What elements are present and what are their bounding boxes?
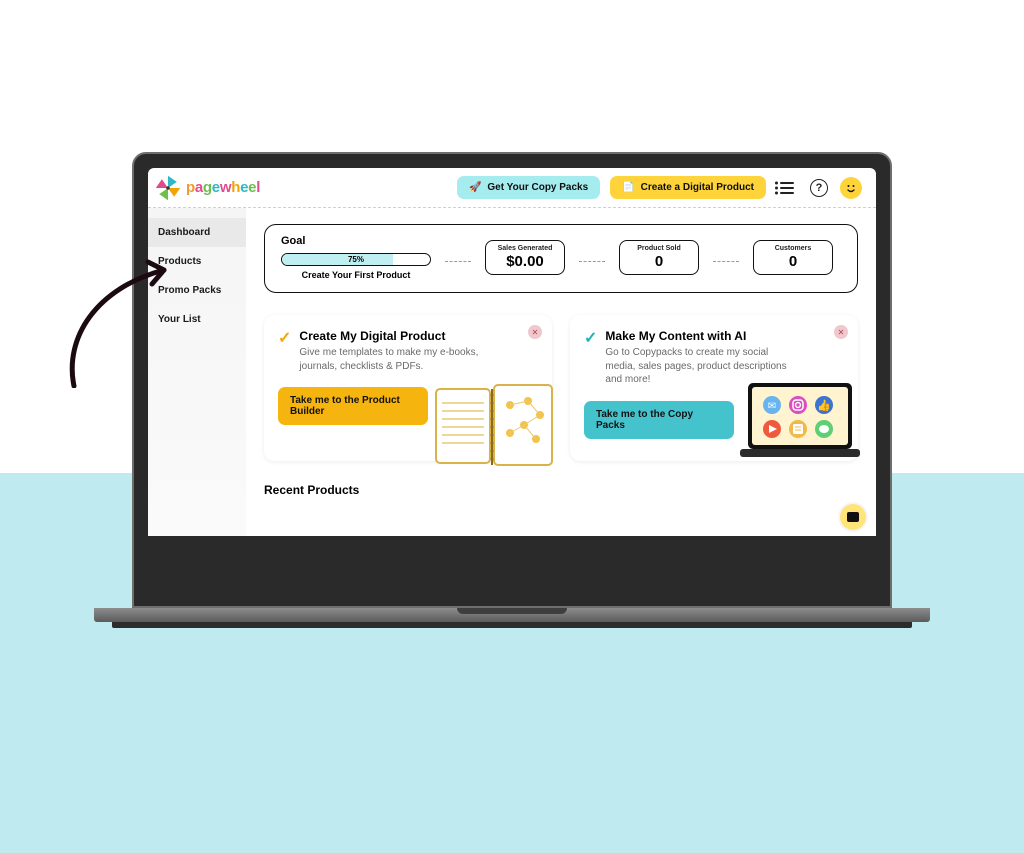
card-description: Give me templates to make my e-books, jo… bbox=[299, 346, 489, 373]
laptop-social-graphic-icon: ✉ 👍 bbox=[734, 377, 864, 469]
stat-value: 0 bbox=[630, 253, 688, 270]
notebook-graphic-icon bbox=[428, 381, 558, 471]
laptop-frame: pagewheel 🚀 Get Your Copy Packs 📄 Create… bbox=[132, 152, 892, 628]
laptop-bezel: pagewheel 🚀 Get Your Copy Packs 📄 Create… bbox=[132, 152, 892, 608]
get-copy-packs-label: Get Your Copy Packs bbox=[487, 182, 588, 193]
help-icon: ? bbox=[810, 179, 828, 197]
connector-line bbox=[713, 261, 739, 262]
goal-card: Goal 75% Create Your First Product bbox=[264, 224, 858, 293]
card-title: Make My Content with AI bbox=[605, 329, 795, 343]
check-icon: ✓ bbox=[584, 331, 597, 347]
stat-sales-generated: Sales Generated $0.00 bbox=[485, 240, 565, 275]
sidebar-item-your-list[interactable]: Your List bbox=[148, 305, 246, 334]
smiley-icon bbox=[840, 177, 862, 199]
copy-packs-cta-button[interactable]: Take me to the Copy Packs bbox=[584, 401, 734, 439]
check-icon: ✓ bbox=[278, 331, 291, 347]
card-make-content-ai: ✕ ✓ Make My Content with AI Go to Copypa… bbox=[570, 315, 858, 461]
top-actions: 🚀 Get Your Copy Packs 📄 Create a Digital… bbox=[457, 176, 862, 199]
sidebar-item-dashboard[interactable]: Dashboard bbox=[148, 218, 246, 247]
card-create-digital-product: ✕ ✓ Create My Digital Product Give me te… bbox=[264, 315, 552, 461]
connector-line bbox=[579, 261, 605, 262]
screen-reflection-overlay bbox=[148, 536, 876, 596]
stat-label: Product Sold bbox=[630, 245, 688, 252]
account-button[interactable] bbox=[840, 177, 862, 199]
close-icon[interactable]: ✕ bbox=[834, 325, 848, 339]
goal-subtitle: Create Your First Product bbox=[281, 270, 431, 280]
product-builder-cta-button[interactable]: Take me to the Product Builder bbox=[278, 387, 428, 425]
brand-text: pagewheel bbox=[186, 179, 260, 196]
goal-progress-block: Goal 75% Create Your First Product bbox=[281, 235, 431, 280]
stat-product-sold: Product Sold 0 bbox=[619, 240, 699, 275]
stat-value: $0.00 bbox=[496, 253, 554, 270]
list-icon bbox=[780, 182, 794, 194]
promo-cards-row: ✕ ✓ Create My Digital Product Give me te… bbox=[264, 315, 858, 461]
document-icon: 📄 bbox=[622, 182, 634, 193]
goal-progress-percent: 75% bbox=[282, 254, 430, 265]
stat-customers: Customers 0 bbox=[753, 240, 833, 275]
create-digital-product-label: Create a Digital Product bbox=[641, 182, 754, 193]
menu-list-button[interactable] bbox=[776, 177, 798, 199]
stat-label: Customers bbox=[764, 245, 822, 252]
chat-widget-button[interactable] bbox=[840, 504, 866, 530]
goal-progress-bar: 75% bbox=[281, 253, 431, 266]
sidebar-item-promo-packs[interactable]: Promo Packs bbox=[148, 276, 246, 305]
chat-icon bbox=[847, 512, 859, 522]
stat-label: Sales Generated bbox=[496, 245, 554, 252]
svg-text:👍: 👍 bbox=[817, 399, 831, 412]
laptop-base bbox=[94, 608, 930, 622]
create-digital-product-button[interactable]: 📄 Create a Digital Product bbox=[610, 176, 766, 199]
help-button[interactable]: ? bbox=[808, 177, 830, 199]
top-bar: pagewheel 🚀 Get Your Copy Packs 📄 Create… bbox=[148, 168, 876, 208]
laptop-base-shadow bbox=[112, 622, 912, 628]
card-title: Create My Digital Product bbox=[299, 329, 489, 343]
app-screen: pagewheel 🚀 Get Your Copy Packs 📄 Create… bbox=[148, 168, 876, 596]
svg-text:✉: ✉ bbox=[768, 401, 776, 412]
brand-logo[interactable]: pagewheel bbox=[154, 174, 260, 202]
connector-line bbox=[445, 261, 471, 262]
rocket-icon: 🚀 bbox=[469, 182, 481, 193]
recent-products-heading: Recent Products bbox=[264, 483, 858, 497]
close-icon[interactable]: ✕ bbox=[528, 325, 542, 339]
sidebar-item-products[interactable]: Products bbox=[148, 247, 246, 276]
get-copy-packs-button[interactable]: 🚀 Get Your Copy Packs bbox=[457, 176, 600, 199]
stat-value: 0 bbox=[764, 253, 822, 270]
goal-title: Goal bbox=[281, 235, 431, 247]
pinwheel-icon bbox=[154, 174, 182, 202]
